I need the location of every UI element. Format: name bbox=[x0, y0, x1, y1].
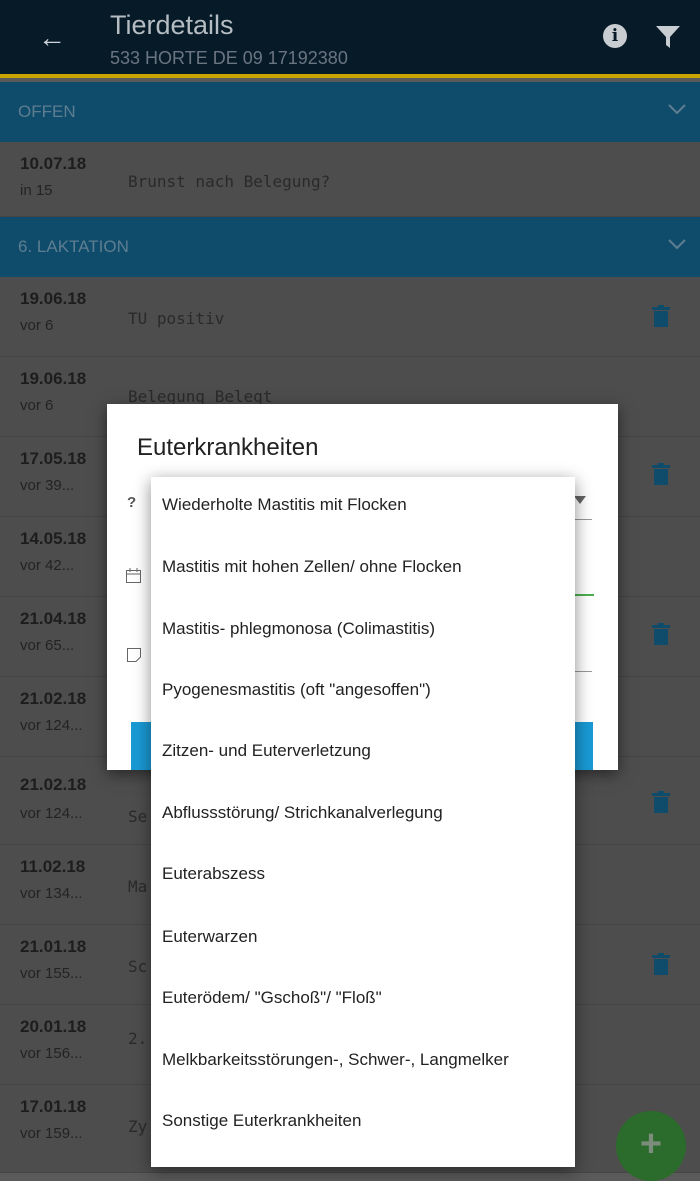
item-text: Zy bbox=[128, 1117, 148, 1136]
app-bar: ← Tierdetails 533 HORTE DE 09 17192380 i bbox=[0, 0, 700, 78]
item-text: Se bbox=[128, 807, 148, 826]
dropdown-option[interactable]: Euterödem/ "Gschoß"/ "Floß" bbox=[162, 988, 382, 1008]
trash-icon[interactable] bbox=[652, 623, 670, 645]
section-label: OFFEN bbox=[18, 102, 76, 121]
item-date: 17.01.18 bbox=[20, 1097, 87, 1116]
note-field-underline[interactable] bbox=[572, 671, 592, 672]
chevron-down-icon bbox=[668, 104, 686, 115]
section-header-open[interactable]: OFFEN bbox=[0, 82, 700, 142]
item-date: 10.07.18 bbox=[20, 154, 87, 173]
trash-icon[interactable] bbox=[652, 463, 670, 485]
plus-icon: + bbox=[639, 1123, 663, 1165]
dialog-title: Euterkrankheiten bbox=[137, 434, 319, 461]
select-underline bbox=[572, 519, 592, 520]
item-text: Ma bbox=[128, 877, 148, 896]
dropdown-option[interactable]: Abflussstörung/ Strichkanalverlegung bbox=[162, 803, 443, 823]
item-text: 2. bbox=[128, 1029, 148, 1048]
item-relative-time: vor 39... bbox=[20, 477, 75, 494]
add-button[interactable]: + bbox=[616, 1111, 686, 1181]
item-relative-time: vor 6 bbox=[20, 397, 54, 414]
date-field-underline[interactable] bbox=[572, 594, 594, 596]
item-relative-time: vor 156... bbox=[20, 1045, 83, 1062]
dropdown-option[interactable]: Wiederholte Mastitis mit Flocken bbox=[162, 495, 407, 515]
trash-icon[interactable] bbox=[652, 953, 670, 975]
item-relative-time: vor 42... bbox=[20, 557, 75, 574]
info-icon[interactable]: i bbox=[603, 24, 627, 48]
dropdown-option[interactable]: Euterabszess bbox=[162, 864, 265, 884]
item-relative-time: vor 6 bbox=[20, 317, 54, 334]
dropdown-option[interactable]: Mastitis mit hohen Zellen/ ohne Flocken bbox=[162, 557, 462, 577]
item-date: 21.02.18 bbox=[20, 689, 87, 708]
item-text: Sc bbox=[128, 957, 148, 976]
dropdown-option[interactable]: Melkbarkeitsstörungen-, Schwer-, Langmel… bbox=[162, 1050, 509, 1070]
section-header-lactation[interactable]: 6. LAKTATION bbox=[0, 217, 700, 277]
item-relative-time: vor 124... bbox=[20, 805, 83, 822]
item-date: 11.02.18 bbox=[20, 857, 86, 876]
item-date: 21.04.18 bbox=[20, 609, 87, 628]
animal-id: 533 HORTE DE 09 17192380 bbox=[110, 48, 348, 68]
item-date: 17.05.18 bbox=[20, 449, 87, 468]
item-date: 21.02.18 bbox=[20, 775, 87, 794]
item-text: TU positiv bbox=[128, 309, 225, 328]
item-relative-time: vor 124... bbox=[20, 717, 83, 734]
question-icon: ? bbox=[127, 494, 137, 511]
item-date: 19.06.18 bbox=[20, 369, 87, 388]
page-title: Tierdetails bbox=[110, 10, 234, 40]
dropdown-option[interactable]: Mastitis- phlegmonosa (Colimastitis) bbox=[162, 619, 435, 639]
section-label: 6. LAKTATION bbox=[18, 237, 129, 256]
item-date: 14.05.18 bbox=[20, 529, 87, 548]
calendar-icon[interactable] bbox=[126, 568, 141, 583]
dropdown-option[interactable]: Zitzen- und Euterverletzung bbox=[162, 741, 371, 761]
disease-dropdown-list: Wiederholte Mastitis mit Flocken Mastiti… bbox=[151, 477, 575, 1167]
item-relative-time: vor 134... bbox=[20, 885, 83, 902]
item-relative-time: vor 159... bbox=[20, 1125, 83, 1142]
list-item[interactable]: 19.06.18 vor 6 TU positiv bbox=[0, 277, 700, 357]
note-icon bbox=[127, 648, 141, 662]
item-date: 19.06.18 bbox=[20, 289, 87, 308]
item-date: 21.01.18 bbox=[20, 937, 87, 956]
item-date: 20.01.18 bbox=[20, 1017, 87, 1036]
dropdown-option[interactable]: Sonstige Euterkrankheiten bbox=[162, 1111, 361, 1131]
filter-icon[interactable] bbox=[655, 24, 681, 50]
trash-icon[interactable] bbox=[652, 791, 670, 813]
item-relative-time: in 15 bbox=[20, 182, 53, 199]
trash-icon[interactable] bbox=[652, 305, 670, 327]
dropdown-option[interactable]: Pyogenesmastitis (oft "angesoffen") bbox=[162, 680, 431, 700]
item-relative-time: vor 65... bbox=[20, 637, 75, 654]
list-item[interactable]: 10.07.18 in 15 Brunst nach Belegung? bbox=[0, 142, 700, 217]
chevron-down-icon bbox=[668, 239, 686, 250]
dropdown-option[interactable]: Euterwarzen bbox=[162, 927, 257, 947]
item-text: Brunst nach Belegung? bbox=[128, 172, 331, 191]
dropdown-arrow-icon[interactable] bbox=[574, 496, 586, 504]
item-relative-time: vor 155... bbox=[20, 965, 83, 982]
back-arrow-icon[interactable]: ← bbox=[38, 18, 66, 58]
